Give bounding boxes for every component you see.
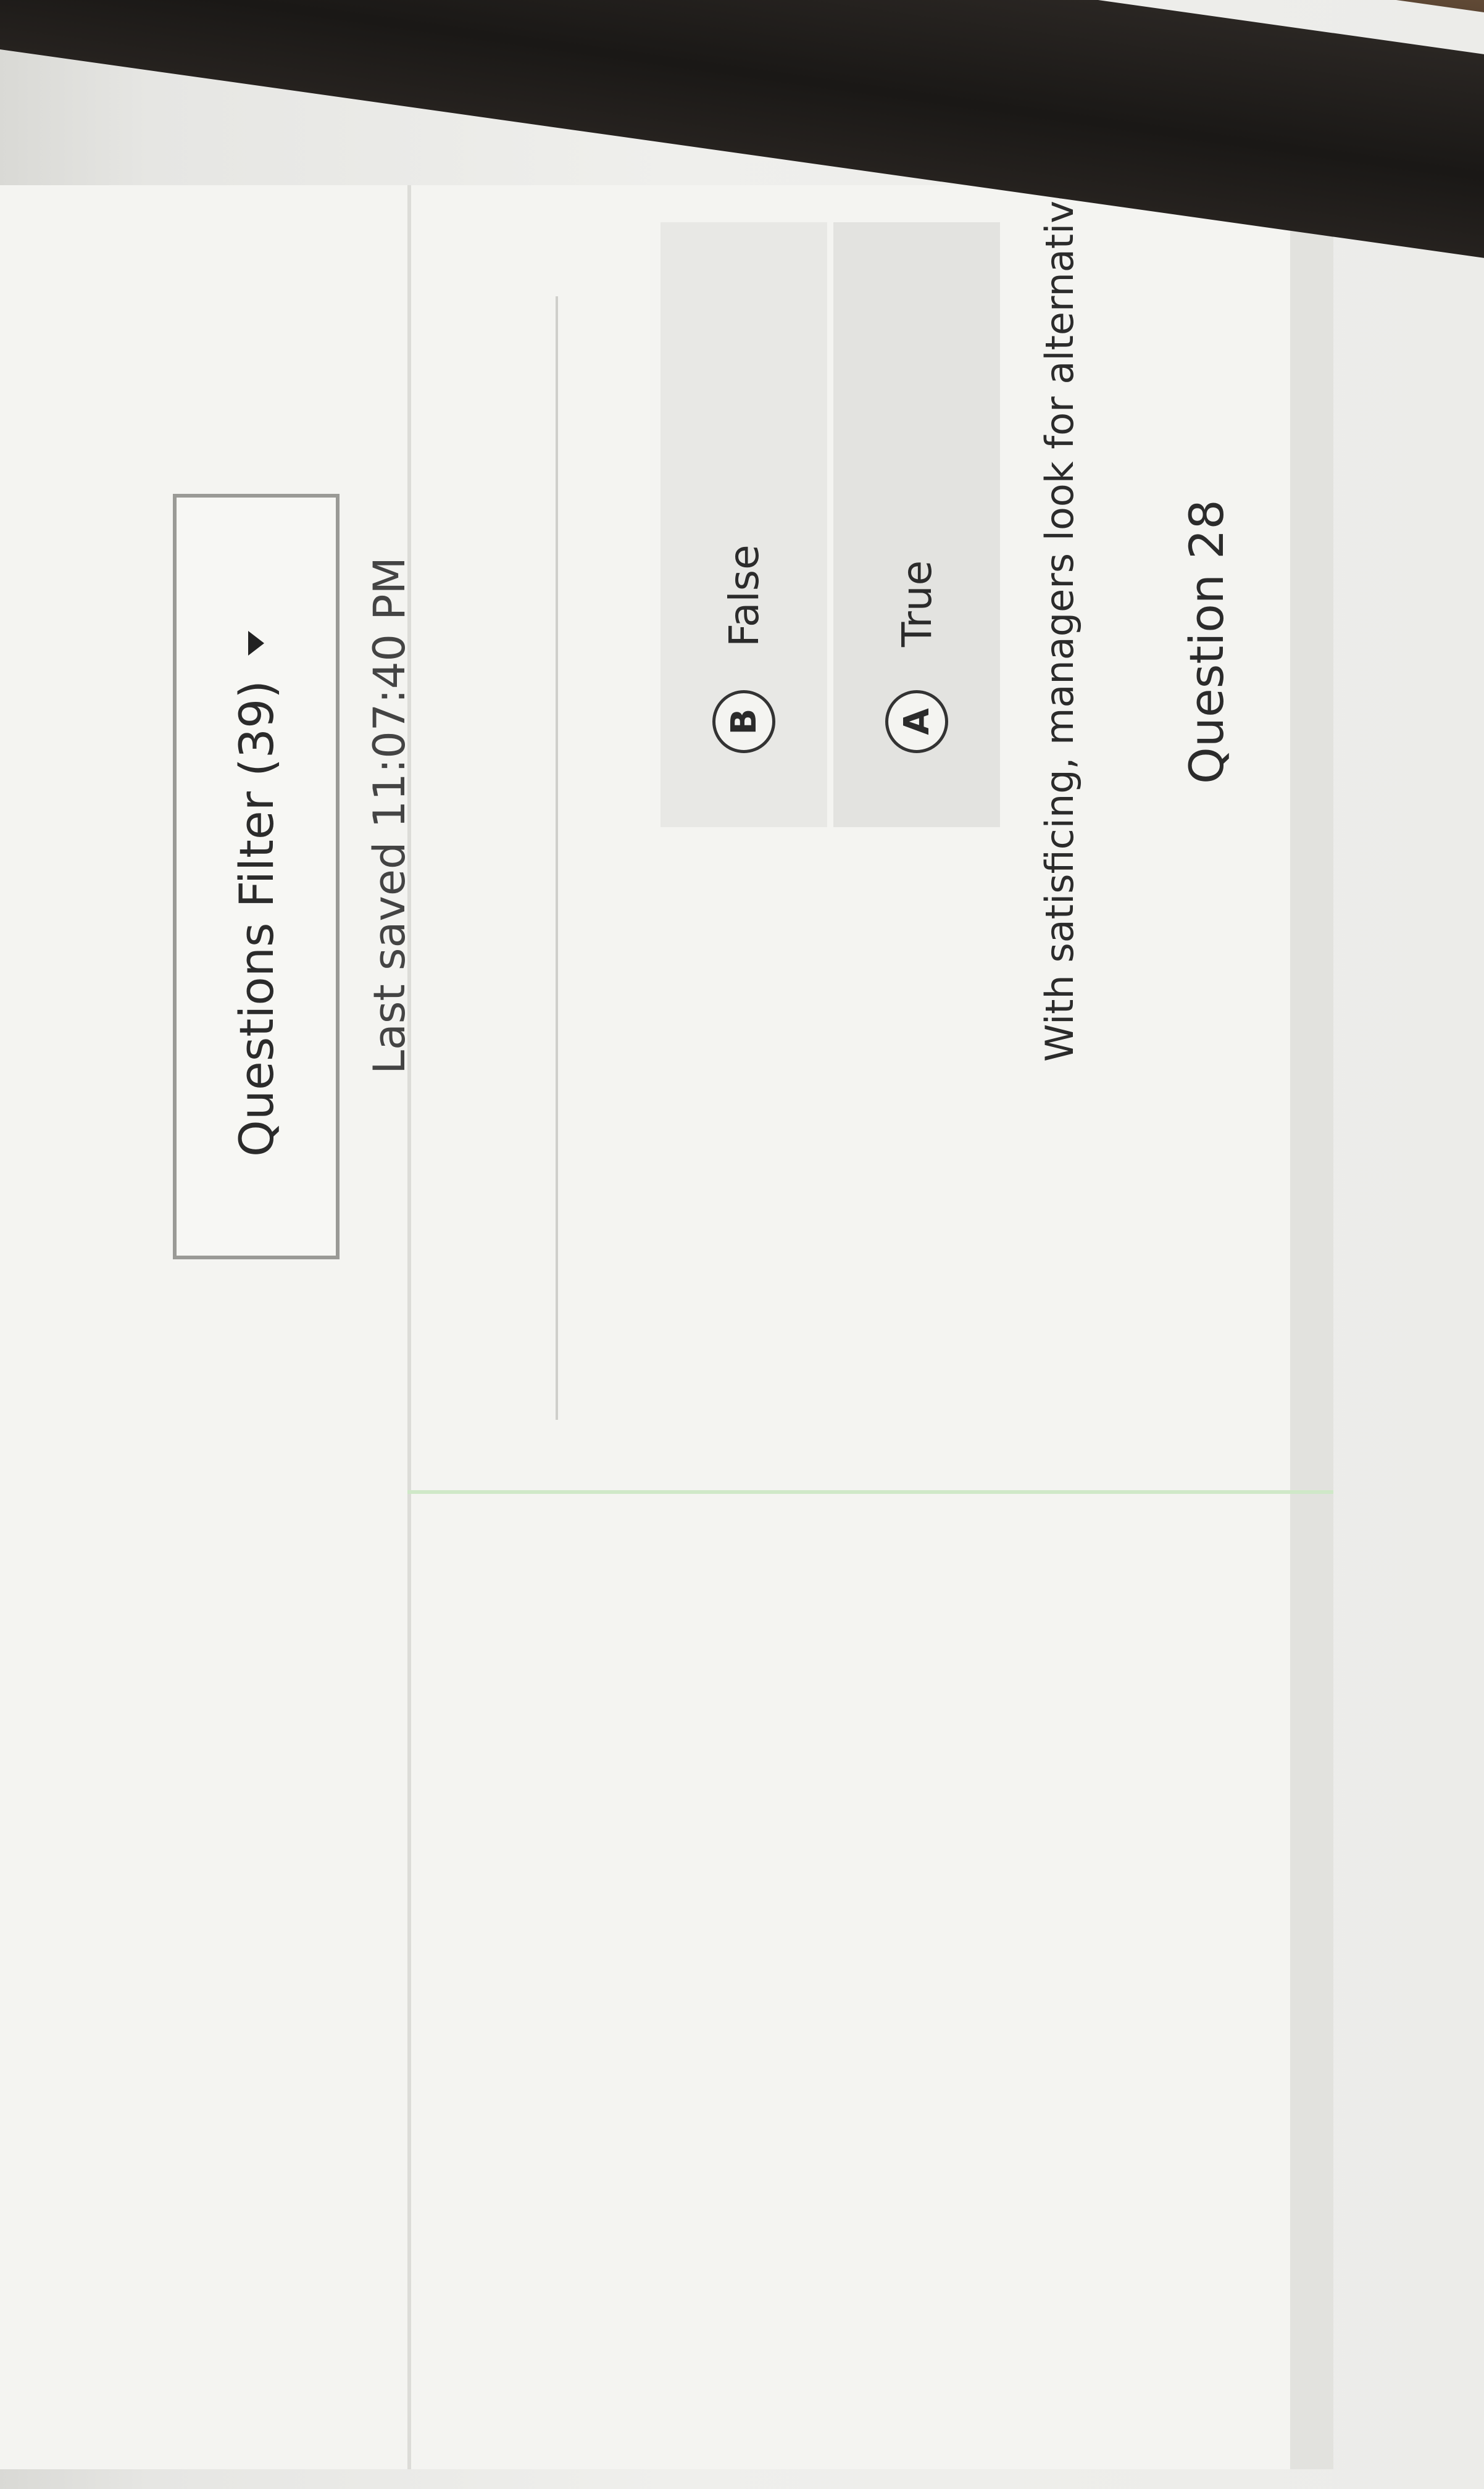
photo-stage: Question 28 With satisficing, managers l… [0, 0, 1484, 2489]
panel-divider [407, 185, 411, 2469]
answer-option-false[interactable]: B False [661, 222, 827, 827]
questions-filter-button[interactable]: Questions Filter (39) [173, 494, 340, 1259]
answer-option-true[interactable]: A True [833, 222, 1000, 827]
section-separator [556, 296, 558, 1420]
questions-filter-label: Questions Filter (39) [228, 680, 284, 1157]
chevron-down-icon [248, 630, 264, 656]
answer-label-true: True [893, 560, 941, 647]
answer-label-false: False [720, 544, 768, 647]
answer-badge-b: B [712, 690, 775, 753]
quiz-screen: Question 28 With satisficing, managers l… [0, 0, 1333, 2469]
screen-edge [1290, 185, 1333, 2469]
question-title: Question 28 [1179, 499, 1234, 784]
answer-badge-a: A [885, 690, 948, 753]
highlight-line [407, 1490, 1333, 1494]
last-saved-status: Last saved 11:07:40 PM [364, 557, 415, 1074]
